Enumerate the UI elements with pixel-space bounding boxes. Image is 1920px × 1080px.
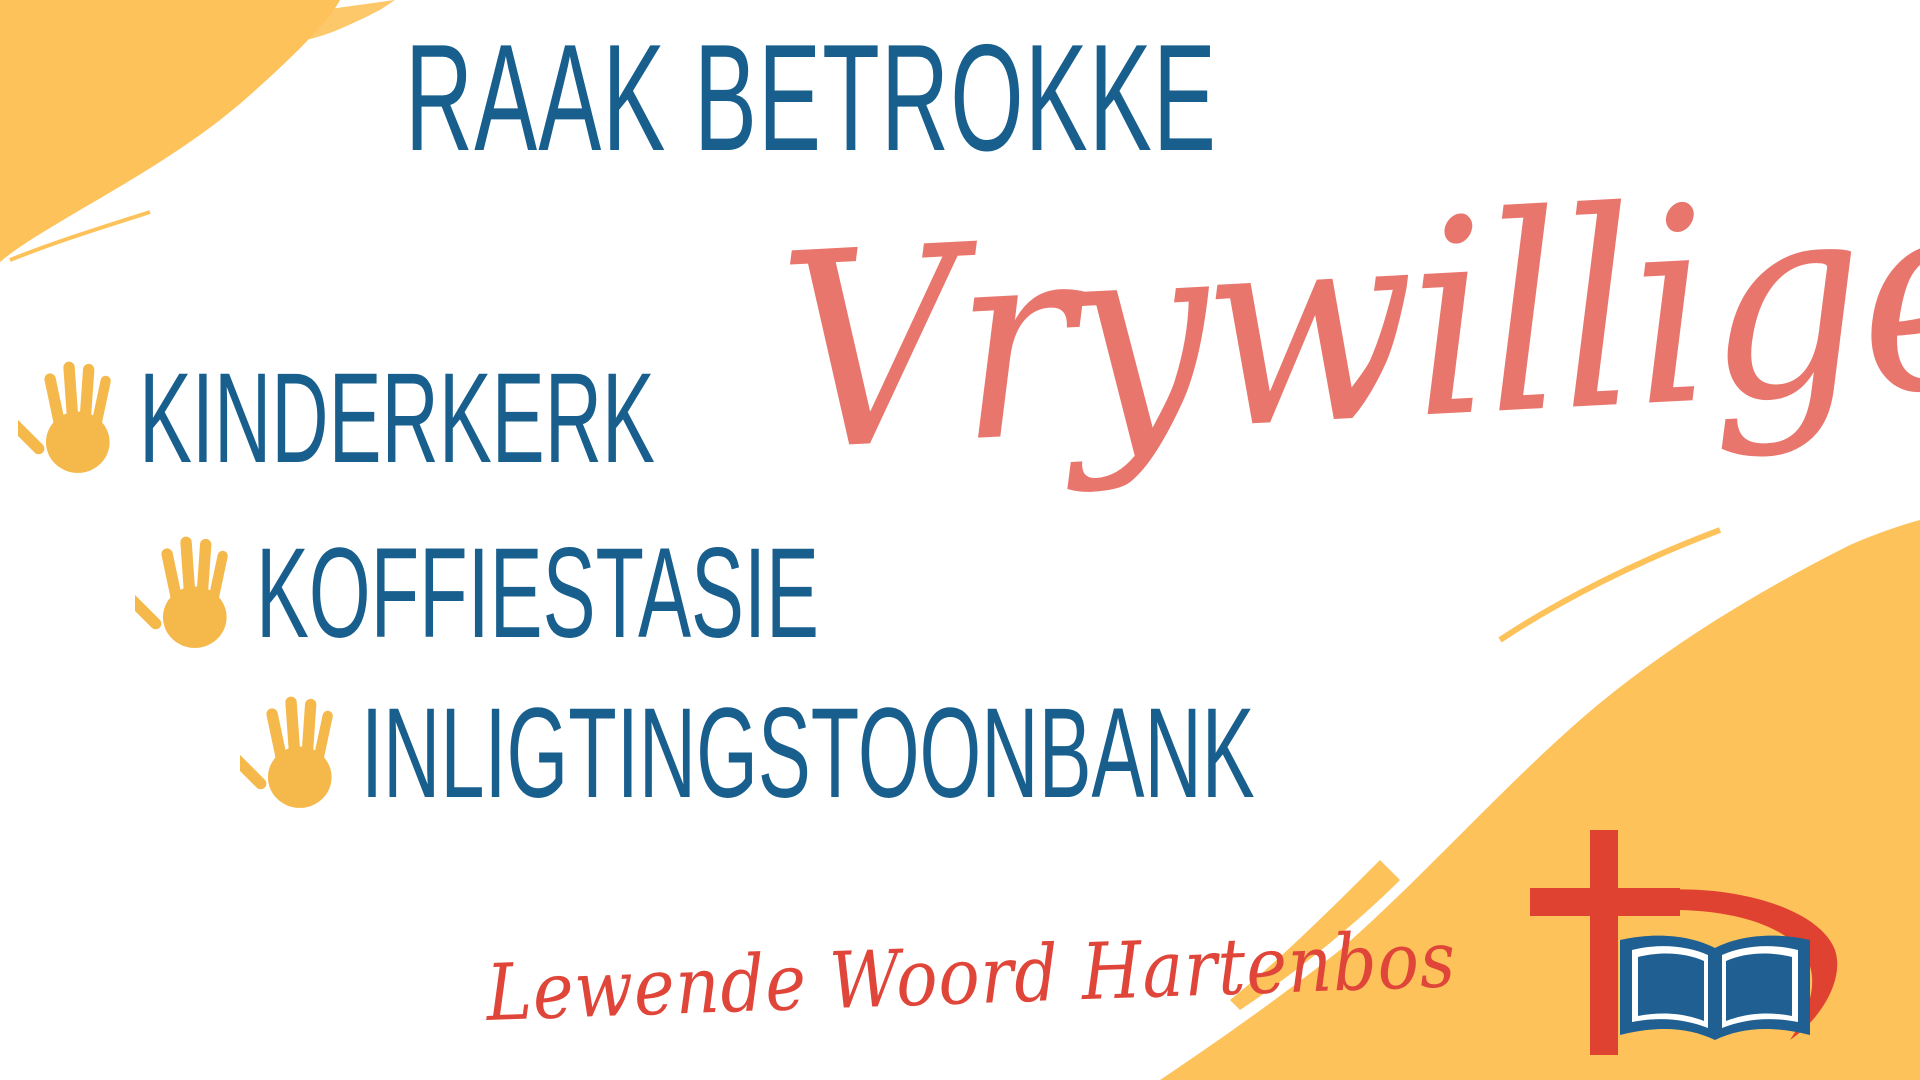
slide: RAAK BETROKKE Vrywilligers KINDERKERK KO… [0,0,1920,1080]
handprint-icon [240,696,333,808]
list-item-label: KOFFIESTASIE [256,522,819,665]
list-item-label: KINDERKERK [139,347,655,490]
handprint-icon [18,361,111,473]
list-item-label: INLIGTINGSTOONBANK [361,682,1255,825]
list-item-koffiestasie: KOFFIESTASIE [135,530,1164,658]
list-item-inligtingstoonbank: INLIGTINGSTOONBANK [240,690,1802,818]
church-cross-bible-logo [1530,830,1838,1055]
open-book-icon [1620,935,1810,1040]
cross-icon [1590,830,1618,1055]
handprint-icon [135,536,228,648]
list-item-kinderkerk: KINDERKERK [18,355,971,483]
headline: RAAK BETROKKE [405,13,1218,183]
